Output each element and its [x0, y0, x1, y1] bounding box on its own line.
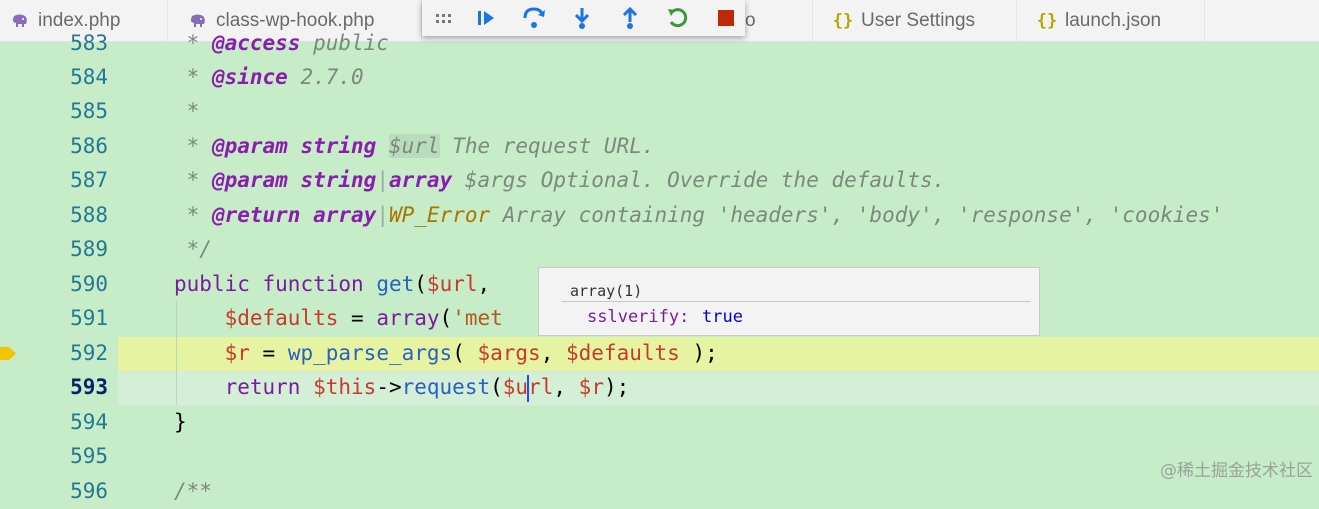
line-number: 595 — [70, 444, 108, 468]
hover-key: sslverify: — [587, 307, 690, 327]
line-number: 589 — [70, 237, 108, 261]
continue-icon — [478, 11, 494, 25]
code-line-594[interactable]: } — [174, 405, 187, 440]
hover-value: true — [702, 307, 743, 327]
code-line-584[interactable]: * @since 2.7.0 — [174, 60, 364, 95]
step-into-button[interactable] — [568, 4, 596, 32]
line-number: 594 — [70, 410, 108, 434]
step-into-icon — [574, 8, 590, 29]
restart-icon — [668, 8, 688, 28]
tab-label: User Settings — [861, 9, 976, 31]
json-braces-icon: {} — [832, 10, 854, 31]
step-out-icon — [622, 6, 638, 29]
line-number: 585 — [70, 99, 108, 123]
tab-user-settings[interactable]: {} User Settings — [813, 0, 1017, 41]
stop-button[interactable] — [712, 4, 740, 32]
drag-handle-icon[interactable] — [436, 8, 452, 28]
code-line-591[interactable]: $defaults = array('met — [174, 301, 503, 336]
step-over-button[interactable] — [520, 4, 548, 32]
hover-divider — [561, 301, 1031, 302]
line-number: 591 — [70, 306, 108, 330]
continue-button[interactable] — [472, 4, 500, 32]
hover-title: array(1) — [570, 282, 643, 300]
line-number: 586 — [70, 134, 108, 158]
code-line-593[interactable]: return $this->request($url, $r); — [174, 370, 629, 405]
code-line-596[interactable]: /** — [174, 474, 212, 509]
code-line-592[interactable]: $r = wp_parse_args( $args, $defaults ); — [174, 336, 718, 371]
code-line-589[interactable]: */ — [174, 232, 212, 267]
code-line-587[interactable]: * @param string|array $args Optional. Ov… — [174, 163, 946, 198]
step-over-icon — [523, 7, 545, 28]
tab-launch-json[interactable]: {} launch.json — [1017, 0, 1205, 41]
line-number: 584 — [70, 65, 108, 89]
line-number: 590 — [70, 272, 108, 296]
code-line-586[interactable]: * @param string $url The request URL. — [174, 129, 654, 164]
step-out-button[interactable] — [616, 4, 644, 32]
line-number: 588 — [70, 203, 108, 227]
json-braces-icon: {} — [1036, 10, 1058, 31]
restart-button[interactable] — [664, 4, 692, 32]
stop-icon — [718, 10, 734, 26]
tab-label: o — [745, 9, 756, 31]
debug-toolbar — [422, 0, 745, 36]
tab-hidden[interactable]: o — [745, 0, 813, 41]
code-line-590[interactable]: public function get($url, — [174, 267, 490, 302]
line-number: 583 — [70, 31, 108, 55]
debug-hover-widget: array(1) sslverify: true — [538, 267, 1040, 336]
line-number: 592 — [70, 341, 108, 365]
code-line-583[interactable]: * @access public — [174, 26, 389, 61]
code-line-588[interactable]: * @return array|WP_Error Array containin… — [174, 198, 1224, 233]
line-number: 596 — [70, 479, 108, 503]
code-line-585[interactable]: * — [174, 94, 200, 129]
line-number-active: 593 — [70, 375, 108, 399]
watermark: @稀土掘金技术社区 — [1160, 461, 1313, 481]
line-number: 587 — [70, 168, 108, 192]
tab-label: launch.json — [1065, 9, 1162, 31]
